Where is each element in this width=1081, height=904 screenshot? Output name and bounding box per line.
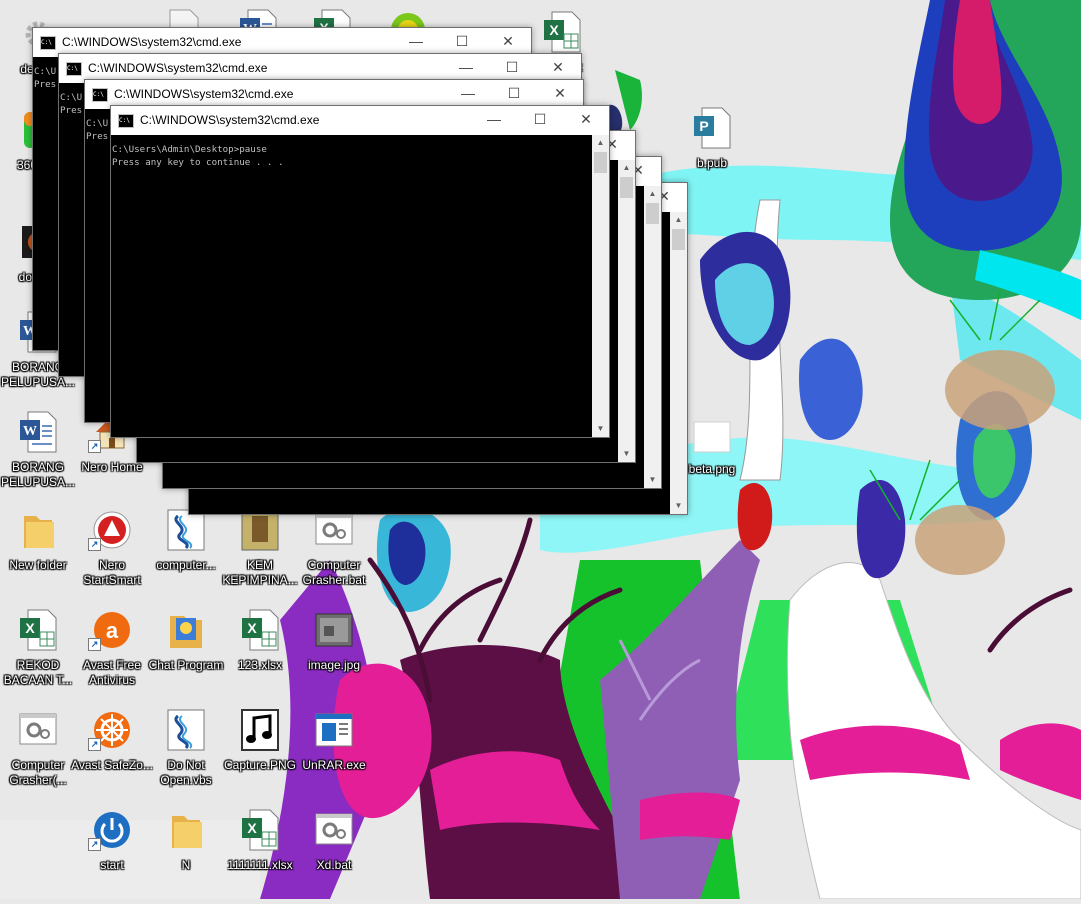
desktop-icon[interactable]: computer...: [148, 508, 224, 604]
pub-icon: P: [692, 106, 732, 150]
desktop-icon[interactable]: ↗ Nero StartSmart: [74, 508, 150, 604]
vertical-scrollbar[interactable]: ▲ ▼: [592, 135, 609, 437]
desktop-icon[interactable]: Computer Grasher.bat: [296, 508, 372, 604]
maximize-button[interactable]: ☐: [517, 106, 563, 135]
desktop-icon-label: Do Not Open.vbs: [160, 758, 212, 787]
scroll-down-icon[interactable]: ▼: [670, 498, 687, 514]
console-output[interactable]: C:\Users\Admin\Desktop>pause Press any k…: [111, 135, 592, 437]
scroll-down-icon[interactable]: ▼: [592, 421, 609, 437]
desktop-icon[interactable]: ↗ start: [74, 808, 150, 904]
desktop-icon-label: Computer Grasher(...: [9, 758, 67, 787]
bat-icon: [314, 808, 354, 852]
svg-text:X: X: [247, 620, 257, 636]
scroll-down-icon[interactable]: ▼: [644, 472, 661, 488]
desktop-icon-label: Chat Program: [148, 658, 224, 672]
desktop-icon[interactable]: X 1111111.xlsx: [222, 808, 298, 904]
desktop-icon-label: computer...: [156, 558, 216, 572]
desktop-icon-label: Avast Free Antivirus: [83, 658, 141, 687]
scroll-thumb[interactable]: [594, 152, 607, 173]
desktop-icon[interactable]: X 123.xlsx: [222, 608, 298, 704]
window-title: C:\WINDOWS\system32\cmd.exe: [140, 113, 320, 127]
desktop-icon[interactable]: KEM KEPIMPINA...: [222, 508, 298, 604]
music-icon: [240, 708, 280, 752]
desktop-icon[interactable]: New folder: [0, 508, 76, 604]
desktop-icon-label: N: [181, 858, 191, 872]
script-icon: [166, 708, 206, 752]
svg-text:W: W: [23, 424, 37, 439]
desktop-icon[interactable]: a ↗ Avast Free Antivirus: [74, 608, 150, 704]
scroll-down-icon[interactable]: ▼: [618, 446, 635, 462]
desktop-icon[interactable]: X REKOD BACAAN T...: [0, 608, 76, 704]
window-title: C:\WINDOWS\system32\cmd.exe: [114, 87, 294, 101]
excel-icon: X: [542, 10, 582, 54]
vertical-scrollbar[interactable]: ▲ ▼: [618, 160, 635, 462]
close-button[interactable]: ✕: [563, 106, 609, 135]
console-icon: C:\: [118, 114, 134, 128]
console-icon: C:\: [66, 62, 82, 76]
svg-text:X: X: [549, 22, 559, 38]
vertical-scrollbar[interactable]: ▲ ▼: [644, 186, 661, 488]
minimize-button[interactable]: —: [471, 106, 517, 135]
excel-icon: X: [240, 608, 280, 652]
desktop-icon[interactable]: Capture.PNG: [222, 708, 298, 804]
desktop-icon[interactable]: UnRAR.exe: [296, 708, 372, 804]
title-bar[interactable]: C:\ C:\WINDOWS\system32\cmd.exe — ☐ ✕: [111, 106, 609, 135]
scroll-thumb[interactable]: [672, 229, 685, 250]
desktop-icon[interactable]: Xd.bat: [296, 808, 372, 904]
shortcut-arrow-icon: ↗: [88, 838, 101, 851]
folder-icon: [166, 808, 206, 852]
desktop-icon-label: b.pub: [696, 156, 728, 170]
desktop-icon[interactable]: ↗ Avast SafeZo...: [71, 708, 153, 804]
image-icon: [314, 608, 354, 652]
console-icon: C:\: [40, 36, 56, 50]
scroll-up-icon[interactable]: ▲: [618, 160, 635, 176]
desktop-icon-label: image.jpg: [307, 658, 361, 672]
window-title: C:\WINDOWS\system32\cmd.exe: [88, 61, 268, 75]
desktop-icon[interactable]: W BORANG PELUPUSA...: [0, 410, 76, 506]
desktop-icon-label: REKOD BACAAN T...: [3, 658, 73, 687]
svg-text:a: a: [106, 618, 119, 643]
shortcut-arrow-icon: ↗: [88, 738, 101, 751]
svg-text:P: P: [699, 118, 708, 134]
chat-icon: [166, 608, 206, 652]
cmd-window[interactable]: C:\ C:\WINDOWS\system32\cmd.exe — ☐ ✕ C:…: [110, 105, 610, 438]
shortcut-arrow-icon: ↗: [88, 638, 101, 651]
scroll-up-icon[interactable]: ▲: [670, 212, 687, 228]
desktop-icon-label: Nero StartSmart: [83, 558, 141, 587]
console-icon: C:\: [92, 88, 108, 102]
desktop-icon-label: New folder: [9, 558, 67, 572]
desktop-icon[interactable]: Computer Grasher(...: [0, 708, 76, 804]
desktop-icon-label: 1111111.xlsx: [227, 858, 293, 872]
desktop-icon-label: UnRAR.exe: [302, 758, 366, 772]
vertical-scrollbar[interactable]: ▲ ▼: [670, 212, 687, 514]
scroll-thumb[interactable]: [620, 177, 633, 198]
desktop-icon-label: Avast SafeZo...: [71, 758, 153, 772]
folder-icon: [18, 508, 58, 552]
desktop-icon[interactable]: N: [148, 808, 224, 904]
desktop-icon-label: start: [100, 858, 124, 872]
desktop-icon[interactable]: image.jpg: [296, 608, 372, 704]
scroll-up-icon[interactable]: ▲: [592, 135, 609, 151]
excel-icon: X: [240, 808, 280, 852]
bat-icon: [18, 708, 58, 752]
shortcut-arrow-icon: ↗: [88, 440, 101, 453]
desktop-icon-label: KEM KEPIMPINA...: [222, 558, 298, 587]
blank-icon: [692, 412, 732, 456]
shortcut-arrow-icon: ↗: [88, 538, 101, 551]
word-icon: W: [18, 410, 58, 454]
desktop-icon[interactable]: Do Not Open.vbs: [148, 708, 224, 804]
desktop-icon-label: BORANG PELUPUSA...: [0, 460, 76, 489]
desktop-icon-label: 123.xlsx: [237, 658, 283, 672]
desktop-icon[interactable]: Chat Program: [148, 608, 224, 704]
window-title: C:\WINDOWS\system32\cmd.exe: [62, 35, 242, 49]
exe-icon: [314, 708, 354, 752]
excel-icon: X: [18, 608, 58, 652]
svg-text:X: X: [247, 820, 257, 836]
desktop-icon-label: Xd.bat: [316, 858, 352, 872]
scroll-thumb[interactable]: [646, 203, 659, 224]
scroll-up-icon[interactable]: ▲: [644, 186, 661, 202]
desktop-icon-label: Capture.PNG: [223, 758, 297, 772]
desktop-icon-label: Computer Grasher.bat: [302, 558, 366, 587]
svg-text:X: X: [25, 620, 35, 636]
